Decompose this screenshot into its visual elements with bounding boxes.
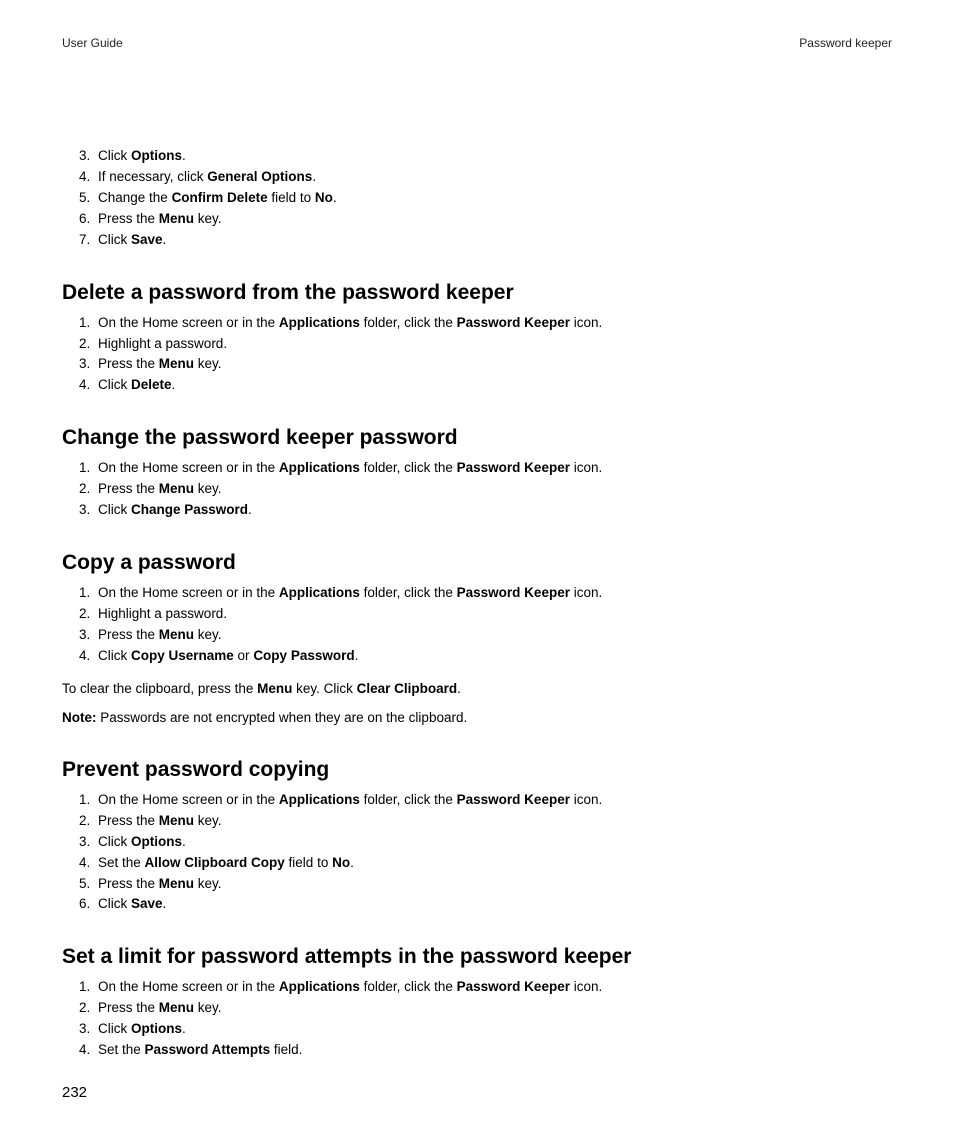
bold-text: Menu [159,627,194,642]
bold-text: Password Attempts [145,1042,271,1057]
step-list: On the Home screen or in the Application… [62,790,892,916]
bold-text: Password Keeper [457,979,570,994]
section-heading: Prevent password copying [62,758,892,782]
bold-text: Applications [279,792,360,807]
step-item: On the Home screen or in the Application… [94,790,892,811]
header-left: User Guide [62,36,123,50]
section-heading: Set a limit for password attempts in the… [62,945,892,969]
bold-text: Password Keeper [457,315,570,330]
bold-text: Save [131,896,163,911]
bold-text: Options [131,834,182,849]
bold-text: Applications [279,460,360,475]
bold-text: Save [131,232,163,247]
page-header: User Guide Password keeper [62,36,892,50]
step-item: On the Home screen or in the Application… [94,977,892,998]
bold-text: Applications [279,585,360,600]
step-item: Change the Confirm Delete field to No. [94,188,892,209]
bold-text: Password Keeper [457,460,570,475]
header-right: Password keeper [799,36,892,50]
bold-text: Allow Clipboard Copy [145,855,285,870]
section-heading: Delete a password from the password keep… [62,281,892,305]
step-item: Press the Menu key. [94,625,892,646]
bold-text: Menu [257,681,292,696]
step-list: On the Home screen or in the Application… [62,977,892,1061]
step-item: Set the Allow Clipboard Copy field to No… [94,853,892,874]
page-content: Click Options.If necessary, click Genera… [62,146,892,1061]
bold-text: Applications [279,315,360,330]
bold-text: General Options [207,169,312,184]
bold-text: Change Password [131,502,248,517]
step-item: Press the Menu key. [94,209,892,230]
step-item: Press the Menu key. [94,811,892,832]
section-heading: Copy a password [62,551,892,575]
bold-text: Applications [279,979,360,994]
bold-text: Note: [62,710,97,725]
step-item: Click Delete. [94,375,892,396]
step-item: Highlight a password. [94,334,892,355]
step-item: On the Home screen or in the Application… [94,583,892,604]
step-item: Click Copy Username or Copy Password. [94,646,892,667]
step-item: On the Home screen or in the Application… [94,458,892,479]
step-item: Click Save. [94,230,892,251]
bold-text: Options [131,1021,182,1036]
step-list: On the Home screen or in the Application… [62,313,892,397]
bold-text: Delete [131,377,172,392]
step-list: Click Options.If necessary, click Genera… [62,146,892,251]
step-item: Click Options. [94,832,892,853]
bold-text: Copy Password [253,648,354,663]
page: User Guide Password keeper Click Options… [0,0,954,1145]
bold-text: No [315,190,333,205]
bold-text: Menu [159,813,194,828]
body-paragraph: Note: Passwords are not encrypted when t… [62,708,892,728]
section-heading: Change the password keeper password [62,426,892,450]
step-item: Highlight a password. [94,604,892,625]
step-item: If necessary, click General Options. [94,167,892,188]
step-item: Click Change Password. [94,500,892,521]
bold-text: Menu [159,1000,194,1015]
bold-text: Menu [159,211,194,226]
step-list: On the Home screen or in the Application… [62,458,892,521]
page-number: 232 [62,1084,87,1101]
bold-text: Confirm Delete [172,190,268,205]
bold-text: Options [131,148,182,163]
step-item: Click Options. [94,1019,892,1040]
step-item: Press the Menu key. [94,874,892,895]
bold-text: Menu [159,481,194,496]
step-item: Press the Menu key. [94,354,892,375]
step-list: On the Home screen or in the Application… [62,583,892,667]
step-item: Set the Password Attempts field. [94,1040,892,1061]
step-item: Press the Menu key. [94,998,892,1019]
bold-text: Password Keeper [457,585,570,600]
bold-text: Copy Username [131,648,234,663]
step-item: Click Options. [94,146,892,167]
step-item: Click Save. [94,894,892,915]
bold-text: Password Keeper [457,792,570,807]
bold-text: Clear Clipboard [357,681,458,696]
body-paragraph: To clear the clipboard, press the Menu k… [62,679,892,699]
bold-text: Menu [159,876,194,891]
bold-text: No [332,855,350,870]
step-item: Press the Menu key. [94,479,892,500]
step-item: On the Home screen or in the Application… [94,313,892,334]
bold-text: Menu [159,356,194,371]
